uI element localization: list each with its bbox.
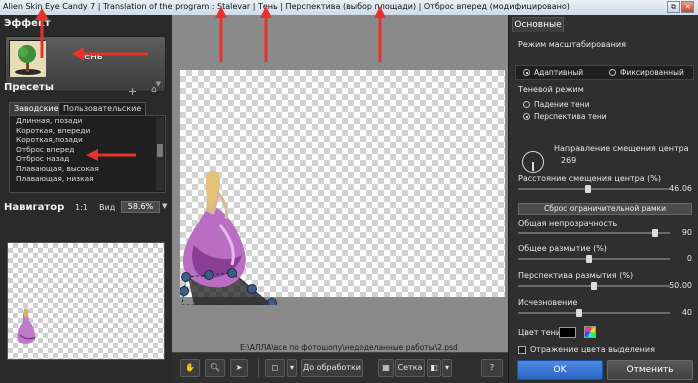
app-window: Alien Skin Eye Candy 7 | Translation of … <box>0 0 698 383</box>
annotation-arrows <box>35 6 386 161</box>
